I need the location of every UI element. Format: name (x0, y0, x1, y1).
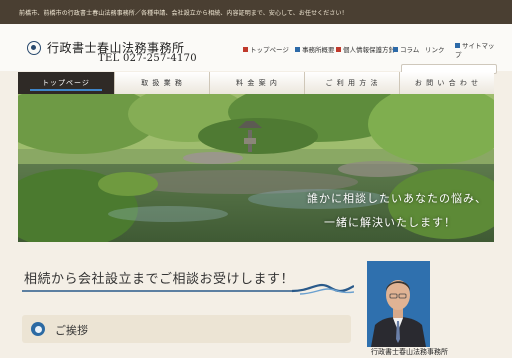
bullet-icon (393, 47, 398, 52)
util-link-links[interactable]: リンク (425, 44, 445, 54)
photo-caption: 行政書士春山法務事務所 (371, 348, 448, 356)
tab-how-to-use[interactable]: ご 利 用 方 法 (305, 72, 400, 94)
hero-message-line2: 一緒に解決いたします！ (324, 216, 456, 229)
tab-top[interactable]: トップページ (18, 72, 115, 94)
util-link-privacy[interactable]: 個人情報保護方針 (336, 44, 395, 54)
bullet-icon (336, 47, 341, 52)
greeting-section-header: ご挨拶 (22, 315, 351, 343)
office-logo-icon[interactable] (27, 41, 41, 55)
util-link-office[interactable]: 事務所概要 (295, 44, 335, 54)
global-nav: トップページ 取 扱 業 務 料 金 案 内 ご 利 用 方 法 お 問 い 合… (18, 72, 494, 94)
top-info-text: 前橋市、前橋市の行政書士春山法務事務所／各種申請、会社設立から相続、内容証明まで… (19, 10, 348, 17)
representative-photo (367, 261, 430, 347)
bullet-icon (243, 47, 248, 52)
util-link-column[interactable]: コラム (393, 44, 419, 54)
util-link-top[interactable]: トップページ (243, 44, 289, 54)
tab-fees[interactable]: 料 金 案 内 (210, 72, 305, 94)
tab-services[interactable]: 取 扱 業 務 (115, 72, 210, 94)
top-info-bar: 前橋市、前橋市の行政書士春山法務事務所／各種申請、会社設立から相続、内容証明まで… (0, 0, 512, 24)
hero-banner: 誰かに相談したいあなたの悩み、 一緒に解決いたします！ (18, 94, 494, 242)
hero-message-line1: 誰かに相談したいあなたの悩み、 (307, 192, 487, 205)
person-portrait-icon (367, 261, 430, 347)
office-phone: TEL 027-257-4170 (98, 53, 197, 64)
wave-divider-icon (22, 283, 354, 295)
greeting-title: ご挨拶 (55, 324, 88, 337)
bullet-icon (295, 47, 300, 52)
tab-contact[interactable]: お 問 い 合 わ せ (400, 72, 494, 94)
util-link-sitemap[interactable]: サイトマップ (455, 42, 495, 60)
circle-bullet-icon (31, 322, 45, 336)
bullet-icon (455, 43, 460, 48)
